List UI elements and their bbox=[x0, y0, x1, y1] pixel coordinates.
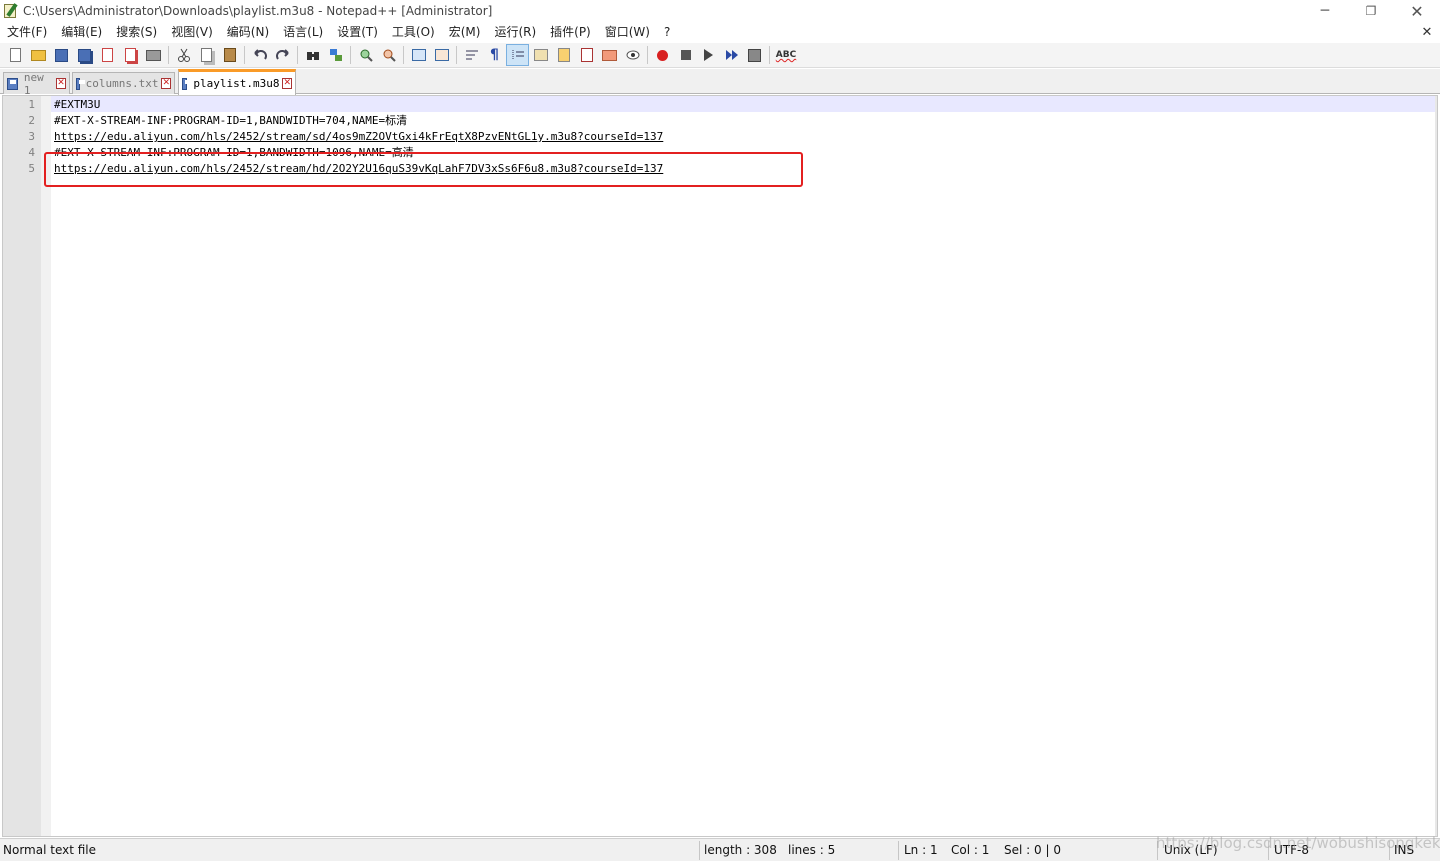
watermark: https://blog.csdn.net/wobushisongkeke bbox=[1156, 834, 1440, 852]
open-file-icon[interactable] bbox=[27, 44, 50, 66]
menu-help[interactable]: ? bbox=[657, 22, 677, 43]
line-number: 2 bbox=[28, 114, 35, 127]
notepad-plus-plus-icon bbox=[3, 3, 19, 19]
fold-margin[interactable] bbox=[41, 96, 51, 836]
menu-plugins[interactable]: 插件(P) bbox=[543, 22, 598, 43]
toolbar-separator bbox=[647, 46, 648, 64]
tab-playlist-m3u8[interactable]: playlist.m3u8 ✕ bbox=[178, 69, 296, 95]
line-number: 4 bbox=[28, 146, 35, 159]
show-all-chars-icon[interactable]: ¶ bbox=[483, 44, 506, 66]
tab-label: playlist.m3u8 bbox=[193, 77, 280, 90]
tab-bar: new 1 ✕ columns.txt ✕ playlist.m3u8 ✕ bbox=[0, 69, 1440, 97]
title-bar: C:\Users\Administrator\Downloads\playlis… bbox=[0, 0, 1440, 22]
editor-area[interactable]: 1 2 3 4 5 #EXTM3U #EXT-X-STREAM-INF:PROG… bbox=[2, 95, 1438, 837]
close-window-button[interactable]: ✕ bbox=[1394, 0, 1440, 22]
paste-icon[interactable] bbox=[218, 44, 241, 66]
doc-map-icon[interactable] bbox=[529, 44, 552, 66]
vertical-scrollbar[interactable] bbox=[1435, 96, 1437, 836]
function-list-icon[interactable] bbox=[552, 44, 575, 66]
toolbar-separator bbox=[244, 46, 245, 64]
toolbar-separator bbox=[350, 46, 351, 64]
sync-vertical-icon[interactable] bbox=[407, 44, 430, 66]
status-sel: Sel : 0 | 0 bbox=[1004, 843, 1061, 857]
status-ln: Ln : 1 bbox=[904, 843, 938, 857]
tab-new-1[interactable]: new 1 ✕ bbox=[3, 70, 70, 97]
code-line[interactable]: #EXT-X-STREAM-INF:PROGRAM-ID=1,BANDWIDTH… bbox=[54, 113, 407, 129]
redo-icon[interactable] bbox=[271, 44, 294, 66]
line-number: 1 bbox=[28, 98, 35, 111]
undo-icon[interactable] bbox=[248, 44, 271, 66]
toolbar: ¶ ABC bbox=[0, 43, 1440, 68]
save-macro-icon[interactable] bbox=[743, 44, 766, 66]
zoom-in-icon[interactable] bbox=[354, 44, 377, 66]
menu-settings[interactable]: 设置(T) bbox=[330, 22, 385, 43]
menu-file[interactable]: 文件(F) bbox=[0, 22, 54, 43]
restore-button[interactable]: ❐ bbox=[1348, 0, 1394, 22]
menu-bar: 文件(F) 编辑(E) 搜索(S) 视图(V) 编码(N) 语言(L) 设置(T… bbox=[0, 22, 1440, 43]
code-line-url[interactable]: https://edu.aliyun.com/hls/2452/stream/h… bbox=[54, 161, 663, 177]
save-all-icon[interactable] bbox=[73, 44, 96, 66]
toolbar-separator bbox=[769, 46, 770, 64]
print-icon[interactable] bbox=[142, 44, 165, 66]
menu-tools[interactable]: 工具(O) bbox=[385, 22, 442, 43]
stop-macro-icon[interactable] bbox=[674, 44, 697, 66]
cut-icon[interactable] bbox=[172, 44, 195, 66]
tab-label: columns.txt bbox=[85, 77, 159, 90]
minimize-button[interactable]: ─ bbox=[1302, 0, 1348, 22]
new-file-icon[interactable] bbox=[4, 44, 27, 66]
status-length: length : 308 bbox=[704, 843, 777, 857]
save-icon[interactable] bbox=[50, 44, 73, 66]
spell-check-label: ABC bbox=[775, 50, 797, 60]
indent-guide-icon[interactable] bbox=[506, 44, 529, 66]
doc-list-icon[interactable] bbox=[598, 44, 621, 66]
status-col: Col : 1 bbox=[951, 843, 990, 857]
menu-macro[interactable]: 宏(M) bbox=[442, 22, 488, 43]
monitoring-icon[interactable] bbox=[621, 44, 644, 66]
spell-check-icon[interactable]: ABC bbox=[773, 44, 799, 66]
find-icon[interactable] bbox=[301, 44, 324, 66]
toolbar-separator bbox=[456, 46, 457, 64]
tab-close-icon[interactable]: ✕ bbox=[282, 78, 292, 89]
menu-language[interactable]: 语言(L) bbox=[276, 22, 330, 43]
menu-window[interactable]: 窗口(W) bbox=[598, 22, 657, 43]
tab-columns-txt[interactable]: columns.txt ✕ bbox=[72, 72, 175, 94]
zoom-out-icon[interactable] bbox=[377, 44, 400, 66]
tab-close-icon[interactable]: ✕ bbox=[161, 78, 171, 89]
saved-file-icon bbox=[76, 77, 85, 90]
play-macro-icon[interactable] bbox=[697, 44, 720, 66]
toolbar-separator bbox=[168, 46, 169, 64]
word-wrap-icon[interactable] bbox=[460, 44, 483, 66]
folder-as-workspace-icon[interactable] bbox=[575, 44, 598, 66]
unsaved-file-icon bbox=[7, 77, 18, 90]
status-divider bbox=[699, 841, 700, 860]
run-macro-multiple-icon[interactable] bbox=[720, 44, 743, 66]
menu-search[interactable]: 搜索(S) bbox=[109, 22, 164, 43]
status-lines: lines : 5 bbox=[788, 843, 836, 857]
code-line[interactable]: #EXTM3U bbox=[54, 97, 100, 113]
line-number: 5 bbox=[28, 162, 35, 175]
menu-run[interactable]: 运行(R) bbox=[487, 22, 543, 43]
window-title: C:\Users\Administrator\Downloads\playlis… bbox=[23, 4, 493, 18]
toolbar-separator bbox=[403, 46, 404, 64]
copy-icon[interactable] bbox=[195, 44, 218, 66]
current-line-highlight bbox=[51, 96, 1437, 112]
code-line[interactable]: #EXT-X-STREAM-INF:PROGRAM-ID=1,BANDWIDTH… bbox=[54, 145, 414, 161]
status-divider bbox=[898, 841, 899, 860]
menu-view[interactable]: 视图(V) bbox=[164, 22, 220, 43]
replace-icon[interactable] bbox=[324, 44, 347, 66]
sync-horizontal-icon[interactable] bbox=[430, 44, 453, 66]
close-document-button[interactable]: ✕ bbox=[1420, 22, 1434, 43]
menu-edit[interactable]: 编辑(E) bbox=[54, 22, 109, 43]
record-macro-icon[interactable] bbox=[651, 44, 674, 66]
menu-encoding[interactable]: 编码(N) bbox=[220, 22, 276, 43]
close-all-icon[interactable] bbox=[119, 44, 142, 66]
saved-file-icon bbox=[182, 77, 192, 90]
code-line-url[interactable]: https://edu.aliyun.com/hls/2452/stream/s… bbox=[54, 129, 663, 145]
tab-label: new 1 bbox=[23, 70, 44, 97]
toolbar-separator bbox=[297, 46, 298, 64]
tab-close-icon[interactable]: ✕ bbox=[56, 78, 66, 89]
close-icon[interactable] bbox=[96, 44, 119, 66]
status-file-type: Normal text file bbox=[3, 843, 97, 857]
line-number: 3 bbox=[28, 130, 35, 143]
